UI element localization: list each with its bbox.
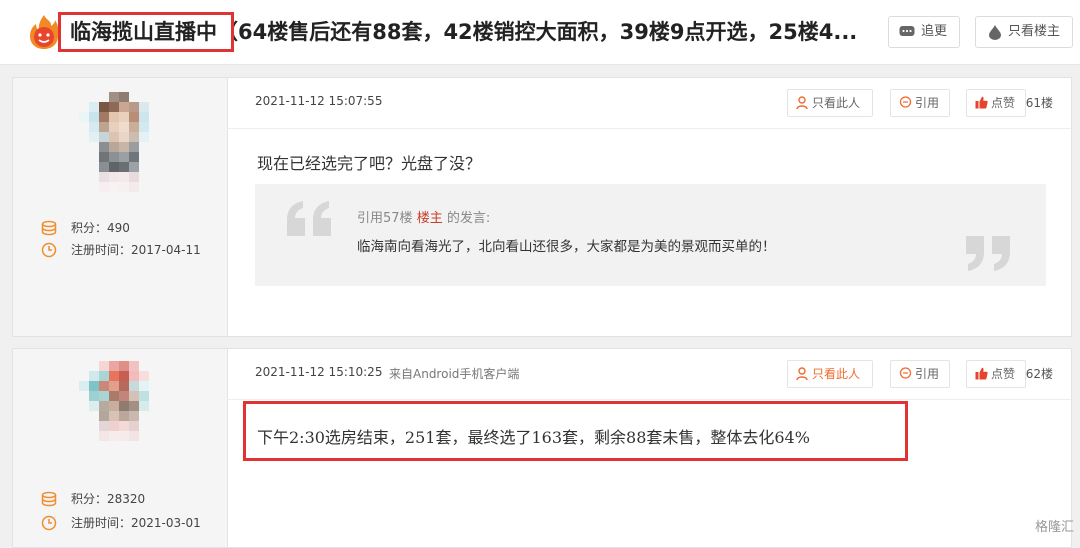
quote-bubble-icon [899,96,912,108]
quote-button[interactable]: 引用 [890,89,950,117]
quote-text: 临海南向看海光了，北向看山还很多，大家都是为美的景观而买单的！ [357,239,776,255]
quote-button[interactable]: 引用 [890,360,950,388]
avatar[interactable] [79,361,159,461]
post-content: 现在已经选完了吧？光盘了没？ [257,154,482,173]
like-button[interactable]: 点赞 [966,89,1026,117]
quote-label: 引用 [915,96,940,110]
floor-number: 62楼 [1025,367,1053,381]
avatar[interactable] [79,92,159,192]
like-label: 点赞 [991,96,1016,110]
only-this-user-button[interactable]: 只看此人 [787,89,873,117]
comment-bubble-icon [899,26,915,36]
clock-icon [41,515,57,531]
post-meta-bar: 2021-11-12 15:07:55 只看此人 引用 点赞 61楼 [227,78,1071,129]
post-62: 积分：28320 注册时间：2021-03-01 2021-11-12 15:1… [12,348,1072,548]
points-text: 积分：28320 [71,492,146,506]
follow-button[interactable]: 追更 [888,16,960,48]
floor-number: 61楼 [1025,96,1053,110]
droplet-icon [989,25,1001,40]
register-text: 注册时间：2021-03-01 [71,516,201,530]
thread-header: 临海揽山直播中（64楼售后还有88套，42楼销控大面积，39楼9点开选，25楼4… [0,0,1080,65]
thumbs-up-icon [975,367,988,380]
post-date: 2021-11-12 15:10:25 [255,365,383,379]
clock-icon [41,242,57,258]
only-op-button[interactable]: 只看楼主 [975,16,1073,48]
open-quote-icon [287,201,331,236]
thumbs-up-icon [975,96,988,109]
title-highlight-box [58,12,234,52]
only-this-user-label: 只看此人 [812,367,861,381]
register-text: 注册时间：2017-04-11 [71,243,201,257]
quote-cite-prefix: 引用57楼 [357,211,413,226]
points-text: 积分：490 [71,221,130,235]
user-icon [796,367,808,381]
follow-label: 追更 [921,24,948,39]
post-61: 积分：490 注册时间：2017-04-11 2021-11-12 15:07:… [12,77,1072,337]
quote-label: 引用 [915,367,940,381]
post-source: 来自Android手机客户端 [389,367,520,381]
user-info-panel: 积分：490 注册时间：2017-04-11 [13,78,228,336]
coin-stack-icon [41,220,57,236]
post-date: 2021-11-12 15:07:55 [255,94,383,108]
like-button[interactable]: 点赞 [966,360,1026,388]
only-this-user-label: 只看此人 [812,96,861,110]
watermark-text: 格隆汇 [1034,520,1074,535]
watermark: 格隆汇 [1035,516,1074,535]
post-meta-bar: 2021-11-12 15:10:25 来自Android手机客户端 只看此人 … [227,349,1071,400]
user-info-panel: 积分：28320 注册时间：2021-03-01 [13,349,228,547]
like-label: 点赞 [991,367,1016,381]
user-icon [796,96,808,110]
content-highlight-box [243,401,908,461]
quote-cite-suffix: 的发言: [446,211,491,226]
coin-stack-icon [41,491,57,507]
quote-citation: 引用57楼 楼主 的发言: [357,207,490,226]
quoted-post: 引用57楼 楼主 的发言: 临海南向看海光了，北向看山还很多，大家都是为美的景观… [255,184,1046,286]
fire-mascot-icon [30,15,59,49]
quote-author-link[interactable]: 楼主 [417,211,443,226]
only-op-label: 只看楼主 [1008,24,1061,39]
close-quote-icon [966,236,1010,271]
quote-bubble-icon [899,367,912,379]
only-this-user-button[interactable]: 只看此人 [787,360,873,388]
